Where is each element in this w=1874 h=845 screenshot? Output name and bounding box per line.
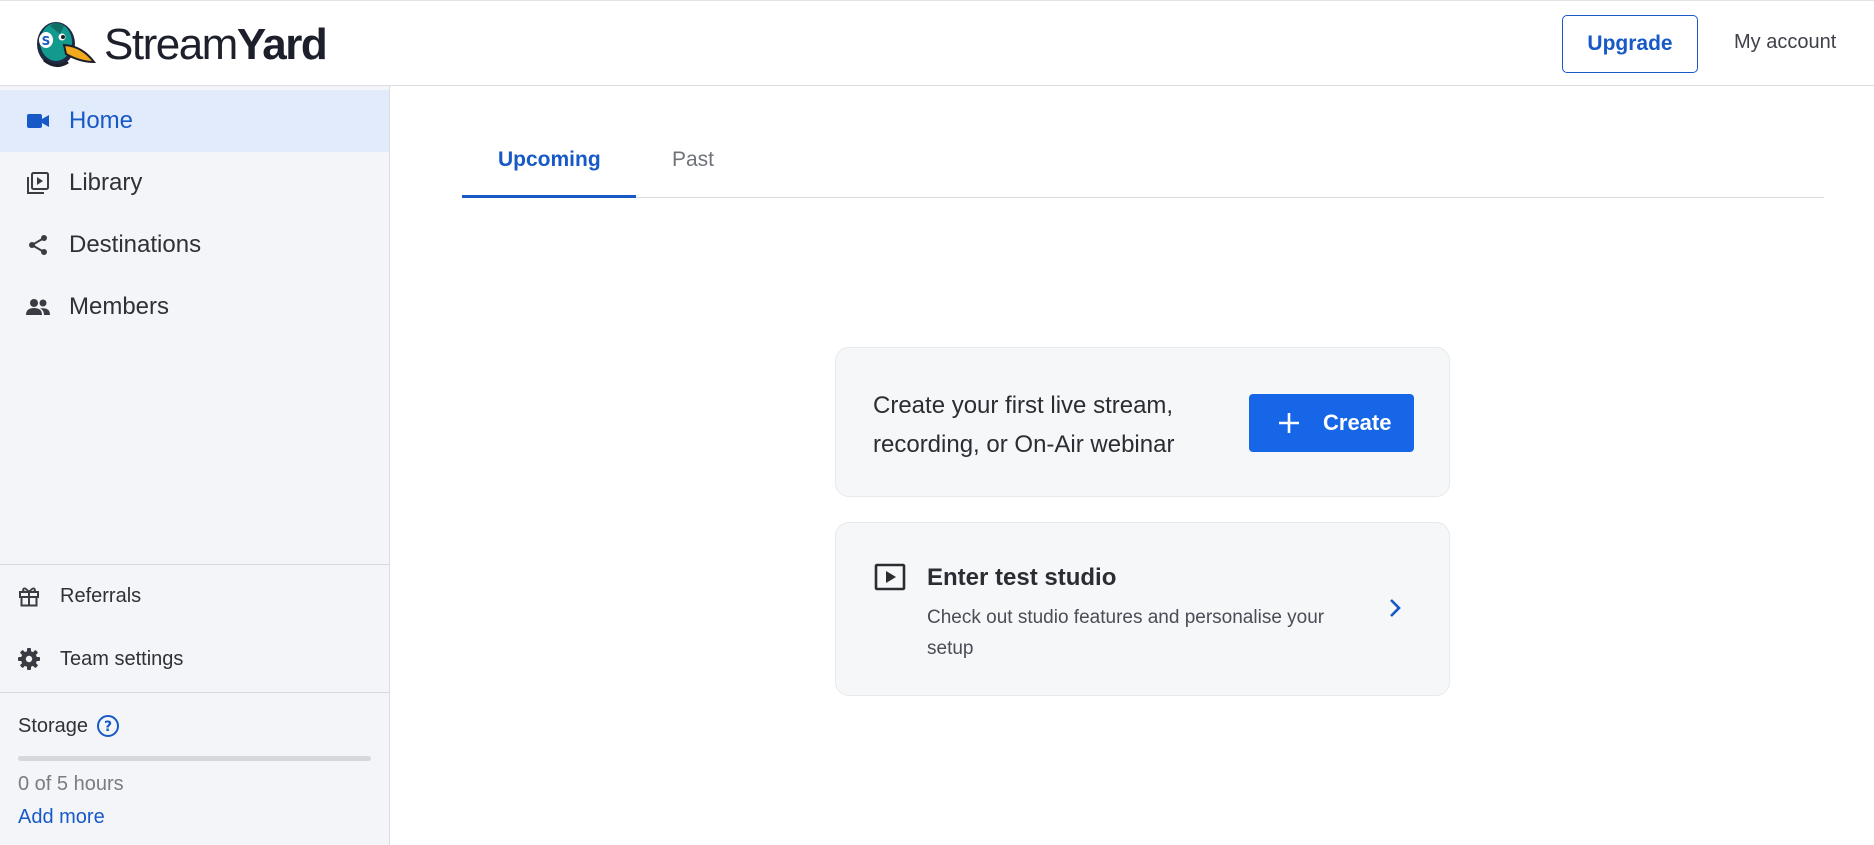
- sidebar-item-label: Library: [69, 169, 143, 196]
- sidebar-item-team-settings[interactable]: Team settings: [0, 633, 389, 685]
- active-tab-indicator: [462, 195, 636, 198]
- sidebar-item-label: Home: [69, 107, 134, 134]
- create-button-label: Create: [1323, 410, 1392, 435]
- upgrade-button[interactable]: Upgrade: [1562, 15, 1698, 73]
- sidebar: Home Library Destinations Members Referr…: [0, 86, 390, 845]
- gear-icon: [16, 646, 42, 672]
- tab-upcoming[interactable]: Upcoming: [498, 148, 601, 172]
- sidebar-divider: [0, 564, 389, 565]
- tab-bar: Upcoming Past: [462, 86, 1824, 198]
- storage-usage-text: 0 of 5 hours: [18, 773, 124, 795]
- chevron-right-icon: [1390, 599, 1401, 617]
- plus-icon: [1279, 413, 1299, 433]
- help-circle-icon[interactable]: ?: [96, 714, 120, 738]
- studio-card-description: Check out studio features and personalis…: [927, 607, 1325, 659]
- sidebar-item-label: Members: [69, 293, 170, 320]
- sidebar-item-label: Destinations: [69, 231, 202, 258]
- svg-text:?: ?: [104, 719, 112, 735]
- streamyard-logo[interactable]: S StreamYard: [34, 17, 328, 73]
- sidebar-item-home[interactable]: Home: [0, 90, 389, 152]
- sidebar-item-label: Referrals: [60, 584, 142, 607]
- duck-logo-icon: S: [37, 22, 96, 67]
- add-more-link[interactable]: Add more: [18, 806, 105, 829]
- play-box-icon: [874, 563, 906, 591]
- svg-text:S: S: [42, 34, 51, 48]
- top-header: S StreamYard Upgrade My account: [0, 0, 1874, 86]
- tab-past[interactable]: Past: [672, 148, 714, 172]
- video-camera-icon: [25, 108, 51, 134]
- sidebar-divider: [0, 692, 389, 693]
- sidebar-item-members[interactable]: Members: [0, 276, 389, 338]
- logo-wordmark: StreamYard: [104, 20, 328, 69]
- storage-label: Storage: [18, 714, 89, 737]
- enter-test-studio-card[interactable]: Enter test studio Check out studio featu…: [835, 522, 1450, 696]
- storage-progress-bar: [18, 756, 371, 761]
- library-icon: [25, 170, 51, 196]
- sidebar-item-referrals[interactable]: Referrals: [0, 570, 389, 622]
- sidebar-item-label: Team settings: [60, 647, 184, 670]
- create-button[interactable]: Create: [1249, 394, 1414, 452]
- gift-icon: [16, 583, 42, 609]
- create-card: Create your first live stream, recording…: [835, 347, 1450, 497]
- my-account-link[interactable]: My account: [1734, 31, 1836, 54]
- people-icon: [25, 294, 51, 320]
- create-prompt-text: Create your first live stream, recording…: [873, 392, 1175, 458]
- studio-card-title: Enter test studio: [927, 564, 1117, 591]
- sidebar-item-destinations[interactable]: Destinations: [0, 214, 389, 276]
- sidebar-item-library[interactable]: Library: [0, 152, 389, 214]
- share-icon: [25, 232, 51, 258]
- storage-section-title: Storage ?: [18, 714, 120, 738]
